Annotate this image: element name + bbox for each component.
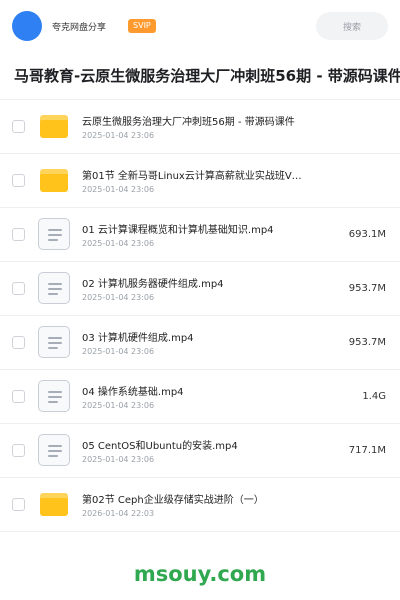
row-checkbox[interactable]: [12, 444, 25, 457]
item-size: 953.7M: [348, 337, 386, 348]
list-item[interactable]: 第02节 Ceph企业级存储实战进阶（一） 2026-01-04 22:03: [0, 478, 400, 532]
row-checkbox[interactable]: [12, 174, 25, 187]
document-icon: [38, 434, 70, 466]
item-name: 第02节 Ceph企业级存储实战进阶（一）: [82, 495, 264, 506]
row-checkbox[interactable]: [12, 498, 25, 511]
list-item[interactable]: 02 计算机服务器硬件组成.mp4 2025-01-04 23:06 953.7M: [0, 262, 400, 316]
row-checkbox[interactable]: [12, 390, 25, 403]
item-date: 2025-01-04 23:06: [82, 131, 155, 140]
item-date: 2025-01-04 23:06: [82, 239, 155, 248]
document-icon: [38, 218, 70, 250]
list-item[interactable]: 云原生微服务治理大厂冲刺班56期 - 带源码课件 2025-01-04 23:06: [0, 100, 400, 154]
row-checkbox[interactable]: [12, 228, 25, 241]
item-size: 693.1M: [348, 229, 386, 240]
item-name: 01 云计算课程概览和计算机基础知识.mp4: [82, 225, 274, 236]
document-icon: [38, 380, 70, 412]
document-icon: [38, 272, 70, 304]
folder-icon: [38, 110, 70, 142]
row-checkbox[interactable]: [12, 120, 25, 133]
item-date: 2025-01-04 23:06: [82, 347, 155, 356]
share-title-bar: 马哥教育-云原生微服务治理大厂冲刺班56期 - 带源码课件: [0, 52, 400, 100]
svip-badge: SVIP: [128, 19, 156, 33]
list-item[interactable]: 01 云计算课程概览和计算机基础知识.mp4 2025-01-04 23:06 69…: [0, 208, 400, 262]
item-date: 2025-01-04 23:06: [82, 293, 155, 302]
item-name: 04 操作系统基础.mp4: [82, 387, 184, 398]
item-date: 2025-01-04 23:06: [82, 455, 155, 464]
item-date: 2025-01-04 23:06: [82, 401, 155, 410]
row-checkbox[interactable]: [12, 336, 25, 349]
search-input[interactable]: 搜索: [316, 12, 388, 40]
list-item[interactable]: 03 计算机硬件组成.mp4 2025-01-04 23:06 953.7M: [0, 316, 400, 370]
item-name: 云原生微服务治理大厂冲刺班56期 - 带源码课件: [82, 117, 295, 128]
folder-icon: [38, 164, 70, 196]
page-title: 马哥教育-云原生微服务治理大厂冲刺班56期 - 带源码课件: [14, 67, 400, 85]
watermark-text: msouy.com: [133, 562, 267, 586]
list-item[interactable]: 第01节 全新马哥Linux云计算高薪就业实战班V… 2025-01-04 23:…: [0, 154, 400, 208]
list-item[interactable]: 04 操作系统基础.mp4 2025-01-04 23:06 1.4G: [0, 370, 400, 424]
share-owner-name: 夸克网盘分享: [52, 22, 107, 33]
item-size: 953.7M: [348, 283, 386, 294]
top-bar: 夸克网盘分享 SVIP 搜索: [0, 0, 400, 52]
avatar[interactable]: [12, 11, 42, 41]
item-size: 1.4G: [362, 391, 386, 402]
document-icon: [38, 326, 70, 358]
folder-icon: [38, 488, 70, 520]
item-name: 02 计算机服务器硬件组成.mp4: [82, 279, 224, 290]
item-date: 2026-01-04 22:03: [82, 509, 155, 518]
item-name: 05 CentOS和Ubuntu的安装.mp4: [82, 441, 238, 452]
list-item[interactable]: 05 CentOS和Ubuntu的安装.mp4 2025-01-04 23:06 7…: [0, 424, 400, 478]
file-list: 云原生微服务治理大厂冲刺班56期 - 带源码课件 2025-01-04 23:06…: [0, 100, 400, 532]
item-date: 2025-01-04 23:06: [82, 185, 155, 194]
item-name: 第01节 全新马哥Linux云计算高薪就业实战班V…: [82, 171, 302, 182]
item-size: 717.1M: [348, 445, 386, 456]
row-checkbox[interactable]: [12, 282, 25, 295]
item-name: 03 计算机硬件组成.mp4: [82, 333, 194, 344]
